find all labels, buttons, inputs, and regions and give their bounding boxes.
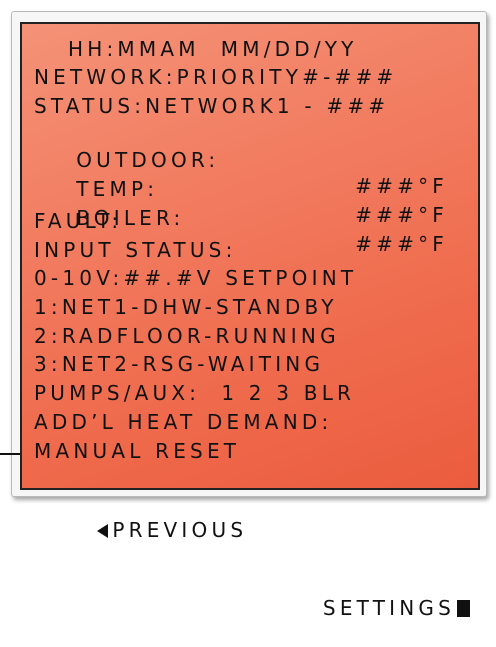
manual-reset-item[interactable]: MANUAL RESET <box>34 438 240 464</box>
boiler-value: ###°F <box>355 232 448 256</box>
temp-value: ###°F <box>355 203 448 227</box>
temp-line: TEMP: ###°F <box>34 150 470 227</box>
previous-label: PREVIOUS <box>112 518 248 542</box>
left-triangle-icon <box>97 524 109 538</box>
input-status-line: INPUT STATUS: <box>34 238 237 262</box>
network-line: NETWORK:PRIORITY#-### <box>34 65 398 89</box>
input-2-line: 2:RADFLOOR-RUNNING <box>34 324 340 348</box>
pumps-aux-line: PUMPS/AUX: 1 2 3 BLR <box>34 381 356 405</box>
previous-softkey[interactable]: PREVIOUS <box>34 518 247 568</box>
boiler-line: BOILER: ###°F <box>34 179 470 256</box>
input-3-line: 3:NET2-RSG-WAITING <box>34 352 325 376</box>
settings-label: SETTINGS <box>322 596 455 620</box>
settings-softkey[interactable]: SETTINGS <box>260 569 470 647</box>
softkey-row: PREVIOUS SETTINGS <box>34 465 470 620</box>
input-0-10v-line: 0-10V:##.#V SETPOINT <box>34 266 358 290</box>
filled-square-icon <box>457 600 470 617</box>
input-1-line: 1:NET1-DHW-STANDBY <box>34 295 338 319</box>
outdoor-line: OUTDOOR: ###°F <box>34 121 470 198</box>
time-date-line: HH:MMAM MM/DD/YY <box>68 37 358 61</box>
lcd-screen: HH:MMAM MM/DD/YY NETWORK:PRIORITY#-### S… <box>20 22 480 620</box>
fault-line: FAULT: <box>34 209 123 233</box>
status-line: STATUS:NETWORK1 - ### <box>34 94 390 118</box>
addl-heat-demand-line: ADD’L HEAT DEMAND: <box>34 410 333 434</box>
